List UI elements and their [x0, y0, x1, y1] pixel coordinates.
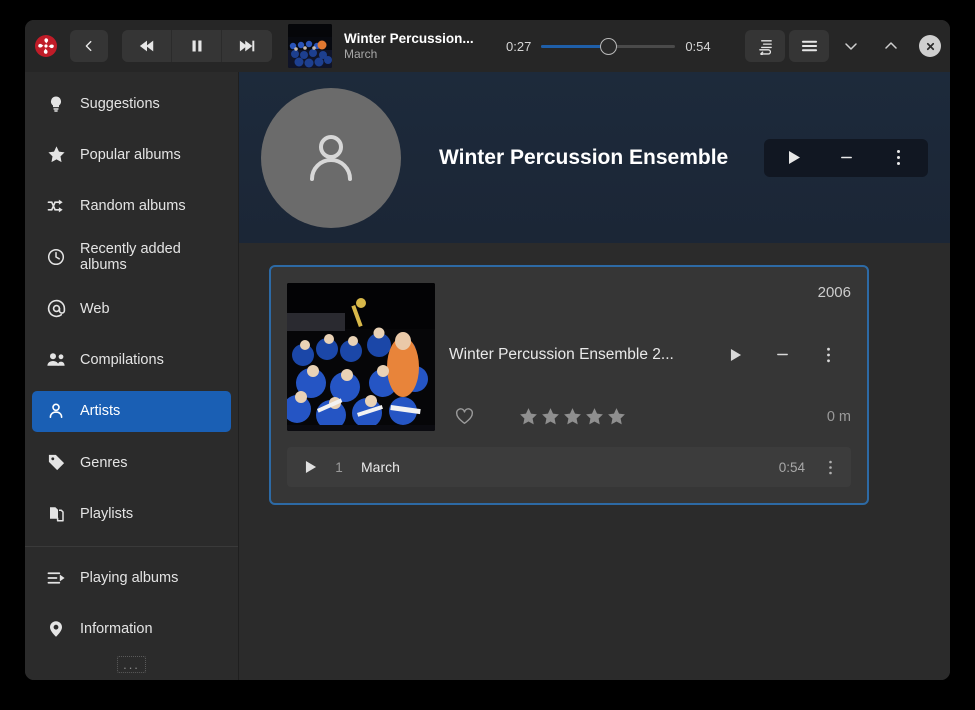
- next-button[interactable]: [222, 30, 272, 62]
- playing-albums-icon: [46, 568, 66, 588]
- sidebar-item-random-albums[interactable]: Random albums: [32, 186, 231, 227]
- playlist-pages-icon: [46, 504, 66, 524]
- sidebar-item-label: Artists: [80, 403, 120, 419]
- sidebar-item-label: Playing albums: [80, 570, 178, 586]
- elapsed-time: 0:27: [506, 39, 531, 54]
- star-5-icon: [606, 406, 627, 427]
- sidebar-item-popular-albums[interactable]: Popular albums: [32, 134, 231, 175]
- sidebar-more-button[interactable]: ...: [25, 655, 238, 680]
- album-cover-art[interactable]: [287, 283, 435, 431]
- chevron-up-icon[interactable]: [873, 30, 909, 62]
- album-title-row: Winter Percussion Ensemble 2...: [449, 303, 851, 406]
- sidebar-item-label: Random albums: [80, 198, 186, 214]
- artist-overflow-menu-icon[interactable]: [872, 142, 924, 174]
- sidebar-item-label: Compilations: [80, 352, 164, 368]
- track-title: March: [361, 459, 400, 475]
- album-overflow-menu-icon[interactable]: [805, 339, 851, 371]
- pause-button[interactable]: [172, 30, 222, 62]
- sidebar-item-label: Web: [80, 301, 110, 317]
- chevron-down-icon[interactable]: [833, 30, 869, 62]
- album-minus-button[interactable]: [759, 339, 805, 371]
- sidebar-item-artists[interactable]: Artists: [32, 391, 231, 432]
- person-icon: [46, 401, 66, 421]
- progress-handle[interactable]: [600, 38, 617, 55]
- sidebar-item-label: Genres: [80, 455, 128, 471]
- close-icon[interactable]: [919, 35, 941, 57]
- album-list: 2006 Winter Percussion Ensemble 2...: [239, 243, 950, 680]
- artist-minus-button[interactable]: [820, 142, 872, 174]
- album-top-section: 2006 Winter Percussion Ensemble 2...: [287, 283, 851, 431]
- page-title: Winter Percussion Ensemble: [439, 146, 728, 170]
- window-body: Suggestions Popular albums: [25, 72, 950, 680]
- star-2-icon: [540, 406, 561, 427]
- sidebar: Suggestions Popular albums: [25, 72, 239, 680]
- track-number: 1: [325, 460, 353, 475]
- track-overflow-menu-icon[interactable]: [819, 460, 841, 475]
- clock-icon: [46, 247, 66, 267]
- banner-action-bar: [764, 139, 928, 177]
- sidebar-item-label: Popular albums: [80, 147, 181, 163]
- transport-controls: [122, 30, 272, 62]
- party-mode-icon[interactable]: [745, 30, 785, 62]
- sidebar-separator: [25, 546, 238, 547]
- album-title: Winter Percussion Ensemble 2...: [449, 346, 713, 364]
- sidebar-item-label: Recently added albums: [80, 241, 217, 273]
- total-time: 0:54: [685, 39, 710, 54]
- star-1-icon: [518, 406, 539, 427]
- sidebar-item-playlists[interactable]: Playlists: [32, 493, 231, 534]
- sidebar-more-label: ...: [117, 656, 146, 673]
- rating-stars[interactable]: [518, 406, 627, 427]
- sidebar-item-genres[interactable]: Genres: [32, 442, 231, 483]
- album-card[interactable]: 2006 Winter Percussion Ensemble 2...: [269, 265, 869, 505]
- sidebar-item-label: Playlists: [80, 506, 133, 522]
- hamburger-menu-icon[interactable]: [789, 30, 829, 62]
- artist-play-button[interactable]: [768, 142, 820, 174]
- star-4-icon: [584, 406, 605, 427]
- app-window: Winter Percussion... March 0:27 0:54: [25, 20, 950, 680]
- tag-icon: [46, 453, 66, 473]
- track-play-button[interactable]: [297, 460, 325, 474]
- shuffle-icon: [46, 196, 66, 216]
- main-content: Winter Percussion Ensemble: [239, 72, 950, 680]
- album-details: 2006 Winter Percussion Ensemble 2...: [435, 283, 851, 431]
- table-row[interactable]: 1 March 0:54: [287, 447, 851, 487]
- header-actions: [731, 30, 941, 62]
- lightbulb-icon: [46, 94, 66, 114]
- album-play-button[interactable]: [713, 339, 759, 371]
- progress-slider[interactable]: [541, 31, 675, 61]
- heart-outline-icon[interactable]: [449, 408, 480, 425]
- sidebar-item-recently-added-albums[interactable]: Recently added albums: [32, 237, 231, 278]
- sidebar-item-label: Information: [80, 621, 153, 637]
- sidebar-item-suggestions[interactable]: Suggestions: [32, 83, 231, 124]
- previous-button[interactable]: [122, 30, 172, 62]
- sidebar-item-compilations[interactable]: Compilations: [32, 339, 231, 380]
- lollypop-logo-icon: [34, 34, 58, 58]
- album-year: 2006: [449, 283, 851, 303]
- now-playing-title: Winter Percussion...: [344, 31, 496, 47]
- header-bar: Winter Percussion... March 0:27 0:54: [25, 20, 950, 72]
- artist-banner: Winter Percussion Ensemble: [239, 72, 950, 243]
- information-icon: [46, 619, 66, 639]
- at-sign-icon: [46, 299, 66, 319]
- sidebar-item-information[interactable]: Information: [32, 609, 231, 650]
- now-playing-cover[interactable]: [288, 24, 332, 68]
- sidebar-item-label: Suggestions: [80, 96, 160, 112]
- progress-fill: [541, 45, 608, 48]
- track-duration: 0:54: [779, 460, 805, 475]
- now-playing-info: Winter Percussion... March: [344, 31, 496, 62]
- now-playing-subtitle: March: [344, 47, 496, 62]
- people-icon: [46, 350, 66, 370]
- sidebar-item-web[interactable]: Web: [32, 288, 231, 329]
- album-duration: 0 m: [827, 409, 851, 425]
- album-rating-row: 0 m: [449, 406, 851, 431]
- back-button[interactable]: [70, 30, 108, 62]
- sidebar-item-playing-albums[interactable]: Playing albums: [32, 557, 231, 598]
- star-3-icon: [562, 406, 583, 427]
- person-avatar-icon: [261, 88, 401, 228]
- star-icon: [46, 145, 66, 165]
